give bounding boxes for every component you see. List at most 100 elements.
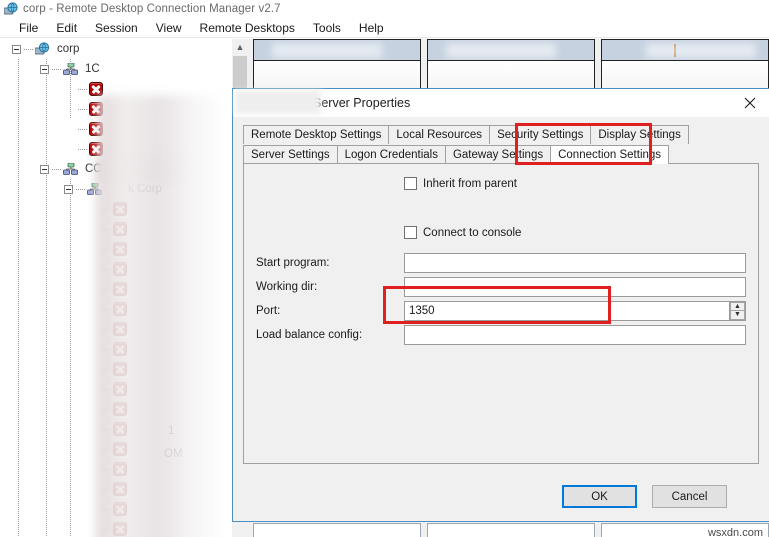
tree-node-server[interactable]: [0, 239, 226, 259]
tree-server-list[interactable]: [0, 199, 226, 537]
tree-node-server[interactable]: [0, 459, 226, 479]
error-x-icon: [113, 222, 127, 236]
tree-line: [102, 488, 111, 490]
tree-line: [24, 48, 33, 50]
dialog-footer: OK Cancel wsxdn.com: [233, 467, 769, 537]
dialog-body: Remote Desktop Settings Local Resources …: [233, 117, 769, 467]
tree-node-server[interactable]: [0, 299, 226, 319]
menu-item-help[interactable]: Help: [350, 19, 393, 37]
inherit-from-parent-checkbox[interactable]: [404, 177, 417, 190]
tree-redacted-label-2: OM: [164, 448, 183, 460]
tree-node-server[interactable]: [0, 339, 226, 359]
tab-connection-settings[interactable]: Connection Settings: [550, 145, 670, 164]
server-thumbnail[interactable]: [253, 39, 421, 91]
thumbnail-body: [428, 61, 594, 90]
menu-item-remote-desktops[interactable]: Remote Desktops: [191, 19, 304, 37]
server-thumbnail[interactable]: [427, 523, 595, 537]
start-program-label: Start program:: [256, 256, 330, 269]
server-thumbnail[interactable]: [253, 523, 421, 537]
tab-gateway-settings[interactable]: Gateway Settings: [444, 145, 552, 164]
connect-to-console-checkbox[interactable]: [404, 226, 417, 239]
error-x-icon: [113, 322, 127, 336]
spinner-up-icon[interactable]: ▲: [730, 301, 745, 311]
load-balance-config-row: Load balance config:: [256, 324, 746, 345]
error-x-icon: [113, 422, 127, 436]
tree-node-server[interactable]: [0, 519, 226, 537]
tree-line: [102, 228, 111, 230]
globe-icon: [34, 42, 50, 56]
tree-node-group-1c[interactable]: 1C: [0, 59, 226, 79]
tree-line: [102, 328, 111, 330]
error-x-icon: [89, 142, 103, 156]
tree-node-server[interactable]: [0, 199, 226, 219]
start-program-input[interactable]: [404, 252, 746, 273]
scroll-up-icon[interactable]: ▲: [232, 39, 248, 55]
group-icon: [63, 62, 78, 76]
tree-node-server[interactable]: [0, 219, 226, 239]
tree-line: [102, 428, 111, 430]
tree-node-server[interactable]: [0, 259, 226, 279]
tree-line: [52, 168, 61, 170]
tree-node-label: CC: [85, 163, 102, 175]
tree-node-server[interactable]: [0, 419, 226, 439]
tree-node-server[interactable]: [0, 319, 226, 339]
tree-node-server[interactable]: [0, 79, 226, 99]
tree-node-server[interactable]: [0, 499, 226, 519]
menu-item-view[interactable]: View: [147, 19, 191, 37]
server-thumbnail[interactable]: [427, 39, 595, 91]
expander-icon[interactable]: [40, 164, 49, 174]
tree-node-group-k-corp[interactable]: k Corp: [0, 179, 226, 199]
error-x-icon: [113, 302, 127, 316]
error-x-icon: [89, 82, 103, 96]
tree-node-server[interactable]: [0, 279, 226, 299]
tree-line: [102, 508, 111, 510]
tab-security-settings[interactable]: Security Settings: [489, 125, 592, 144]
server-thumbnail[interactable]: [601, 39, 769, 91]
tree-node-root[interactable]: corp: [0, 39, 226, 59]
menu-item-file[interactable]: File: [10, 19, 47, 37]
tree-line: [78, 108, 87, 110]
close-icon[interactable]: [739, 93, 761, 113]
tab-local-resources[interactable]: Local Resources: [388, 125, 491, 144]
tree-node-group-cc[interactable]: CC: [0, 159, 226, 179]
server-properties-dialog: Server Properties Remote Desktop Setting…: [232, 88, 769, 537]
connect-to-console-row[interactable]: Connect to console: [404, 226, 521, 239]
application-window: corp - Remote Desktop Connection Manager…: [0, 0, 769, 537]
ok-button[interactable]: OK: [562, 485, 637, 508]
expander-icon[interactable]: [64, 184, 73, 194]
tree-node-server[interactable]: [0, 479, 226, 499]
port-input[interactable]: [404, 300, 746, 321]
error-x-icon: [113, 242, 127, 256]
error-x-icon: [113, 202, 127, 216]
error-x-icon: [113, 522, 127, 536]
port-stepper[interactable]: ▲ ▼: [404, 300, 746, 321]
tree-line: [76, 188, 85, 190]
working-dir-input[interactable]: [404, 276, 746, 297]
load-balance-config-input[interactable]: [404, 324, 746, 345]
menu-item-edit[interactable]: Edit: [47, 19, 86, 37]
tree-node-server[interactable]: [0, 379, 226, 399]
tree-node-server[interactable]: [0, 139, 226, 159]
inherit-from-parent-row[interactable]: Inherit from parent: [404, 177, 517, 190]
cancel-button[interactable]: Cancel: [652, 485, 727, 508]
port-spinner-buttons[interactable]: ▲ ▼: [729, 301, 745, 320]
server-tree-panel[interactable]: corp 1C CC k Corp 1 OM: [0, 39, 226, 537]
tab-server-settings[interactable]: Server Settings: [243, 145, 338, 164]
expander-icon[interactable]: [40, 64, 49, 74]
menu-item-tools[interactable]: Tools: [304, 19, 350, 37]
tree-node-server[interactable]: [0, 399, 226, 419]
redaction-overlay: [646, 43, 756, 58]
tab-display-settings[interactable]: Display Settings: [590, 125, 689, 144]
expander-icon[interactable]: [12, 44, 21, 54]
menu-item-session[interactable]: Session: [86, 19, 147, 37]
group-icon: [63, 162, 78, 176]
tree-node-server[interactable]: [0, 439, 226, 459]
tree-node-server[interactable]: [0, 119, 226, 139]
spinner-down-icon[interactable]: ▼: [730, 310, 745, 320]
tab-remote-desktop-settings[interactable]: Remote Desktop Settings: [243, 125, 390, 144]
tab-logon-credentials[interactable]: Logon Credentials: [336, 145, 446, 164]
window-titlebar: corp - Remote Desktop Connection Manager…: [0, 0, 769, 18]
tree-node-server[interactable]: [0, 359, 226, 379]
error-x-icon: [113, 282, 127, 296]
tree-node-server[interactable]: [0, 99, 226, 119]
